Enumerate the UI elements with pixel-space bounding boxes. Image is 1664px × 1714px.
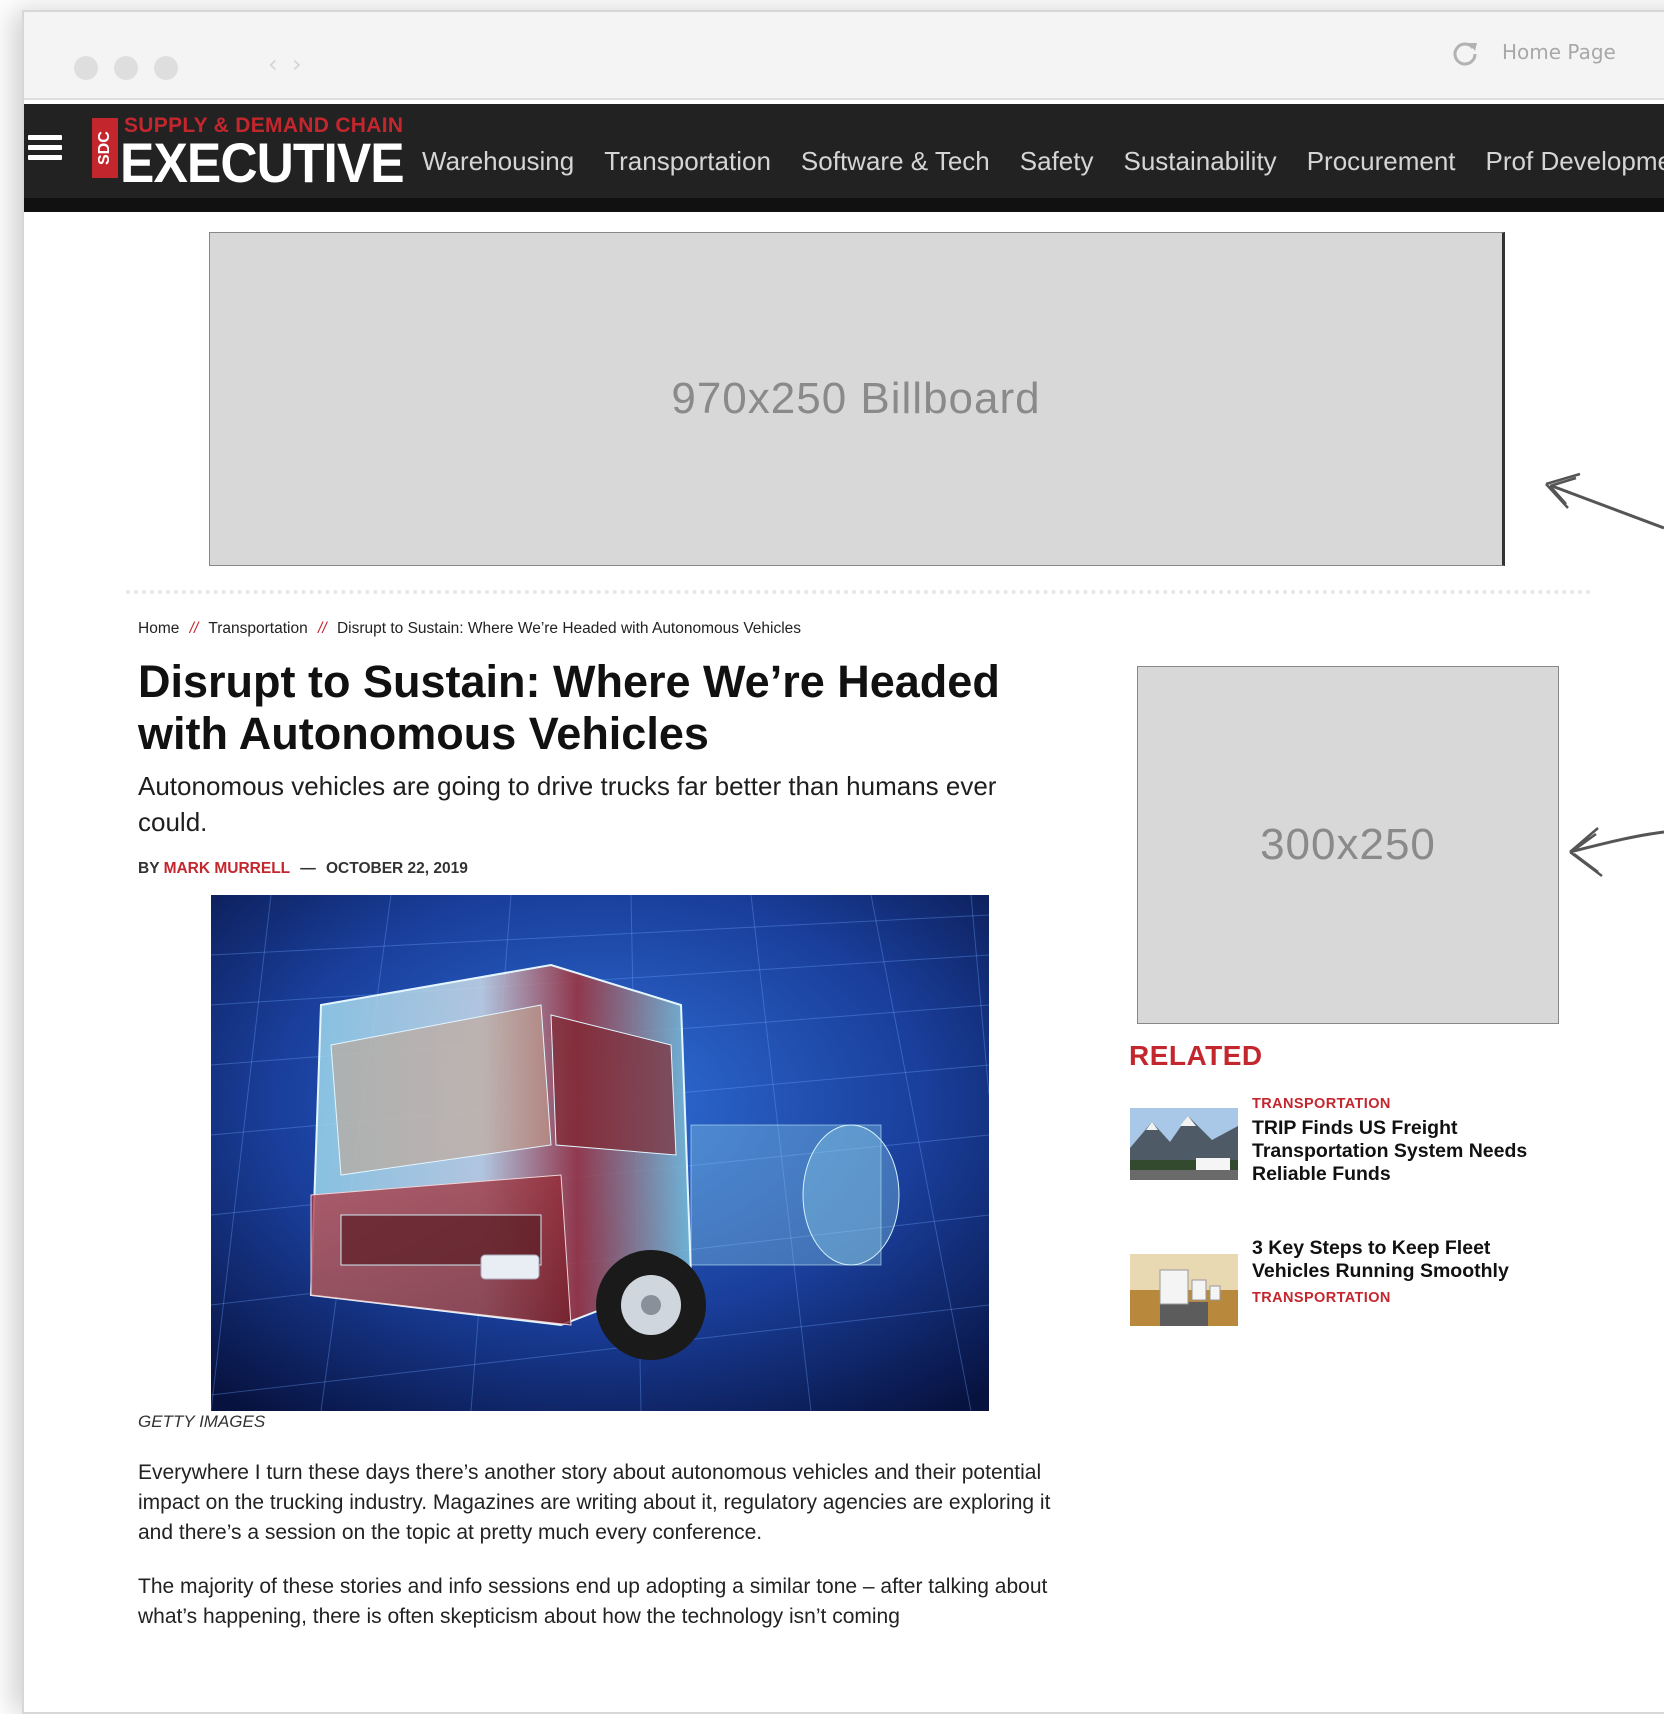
article-paragraph: Everywhere I turn these days there’s ano… — [138, 1461, 1051, 1544]
logo-badge: SDC — [92, 118, 118, 178]
breadcrumb-home[interactable]: Home — [138, 620, 179, 637]
billboard-ad[interactable]: 970x250 Billboard — [209, 232, 1505, 566]
section-divider — [126, 590, 1592, 594]
related-thumbnail-mountain-highway[interactable] — [1130, 1108, 1238, 1180]
main-navigation: Warehousing Transportation Software & Te… — [422, 146, 1664, 177]
article-byline: BY MARK MURRELL — OCTOBER 22, 2019 — [138, 860, 468, 878]
reload-icon[interactable] — [1450, 38, 1480, 68]
billboard-annotation-arrow-icon — [1545, 472, 1664, 530]
breadcrumb: Home // Transportation // Disrupt to Sus… — [138, 620, 801, 638]
hero-truck-image — [211, 895, 989, 1411]
breadcrumb-current: Disrupt to Sustain: Where We’re Headed w… — [336, 620, 802, 637]
related-category[interactable]: TRANSPORTATION — [1252, 1096, 1391, 1112]
nav-item-safety[interactable]: Safety — [1020, 146, 1094, 177]
back-arrow-icon[interactable]: ‹ — [268, 50, 278, 78]
nav-item-software-tech[interactable]: Software & Tech — [801, 146, 990, 177]
browser-toolbar: ‹ › — [24, 12, 1664, 100]
breadcrumb-separator: // — [189, 620, 199, 637]
breadcrumb-separator: // — [318, 620, 327, 637]
byline-dash: — — [300, 860, 316, 877]
window-close-dot-icon[interactable] — [74, 56, 98, 80]
mrec-ad[interactable]: 300x250 — [1137, 666, 1559, 1024]
nav-item-procurement[interactable]: Procurement — [1307, 146, 1456, 177]
related-thumbnail-fleet-trucks[interactable] — [1130, 1254, 1238, 1326]
hamburger-menu-icon[interactable] — [28, 130, 62, 164]
navbar-bottom-stripe — [24, 198, 1664, 212]
byline-by: BY — [138, 860, 160, 877]
author-link[interactable]: MARK MURRELL — [164, 860, 290, 877]
site-logo[interactable]: SDC SUPPLY & DEMAND CHAIN EXECUTIVE — [92, 108, 405, 194]
nav-item-warehousing[interactable]: Warehousing — [422, 146, 574, 177]
nav-item-prof-development[interactable]: Prof Development — [1486, 146, 1664, 177]
article-subtitle: Autonomous vehicles are going to drive t… — [138, 771, 997, 837]
mrec-ad-label: 300x250 — [1260, 820, 1436, 869]
site-navbar: SDC SUPPLY & DEMAND CHAIN EXECUTIVE Ware… — [24, 104, 1664, 212]
article-title: Disrupt to Sustain: Where We’re Headed w… — [138, 656, 1000, 759]
forward-arrow-icon[interactable]: › — [292, 50, 302, 78]
logo-wordmark: EXECUTIVE — [120, 131, 405, 194]
related-heading: RELATED — [1129, 1040, 1263, 1071]
window-minimize-dot-icon[interactable] — [114, 56, 138, 80]
related-title-link[interactable]: TRIP Finds US Freight Transportation Sys… — [1252, 1117, 1542, 1186]
mrec-annotation-arrow-icon — [1569, 827, 1664, 877]
breadcrumb-category[interactable]: Transportation — [208, 620, 307, 637]
billboard-ad-label: 970x250 Billboard — [671, 374, 1041, 423]
related-category[interactable]: TRANSPORTATION — [1252, 1290, 1391, 1306]
home-page-link[interactable]: Home Page — [1502, 40, 1616, 64]
window-zoom-dot-icon[interactable] — [154, 56, 178, 80]
image-caption: GETTY IMAGES — [138, 1412, 266, 1431]
nav-item-transportation[interactable]: Transportation — [604, 146, 771, 177]
related-title-link[interactable]: 3 Key Steps to Keep Fleet Vehicles Runni… — [1252, 1237, 1542, 1283]
article-date: OCTOBER 22, 2019 — [326, 860, 468, 877]
article-paragraph: The majority of these stories and info s… — [138, 1575, 1048, 1628]
nav-item-sustainability[interactable]: Sustainability — [1123, 146, 1276, 177]
